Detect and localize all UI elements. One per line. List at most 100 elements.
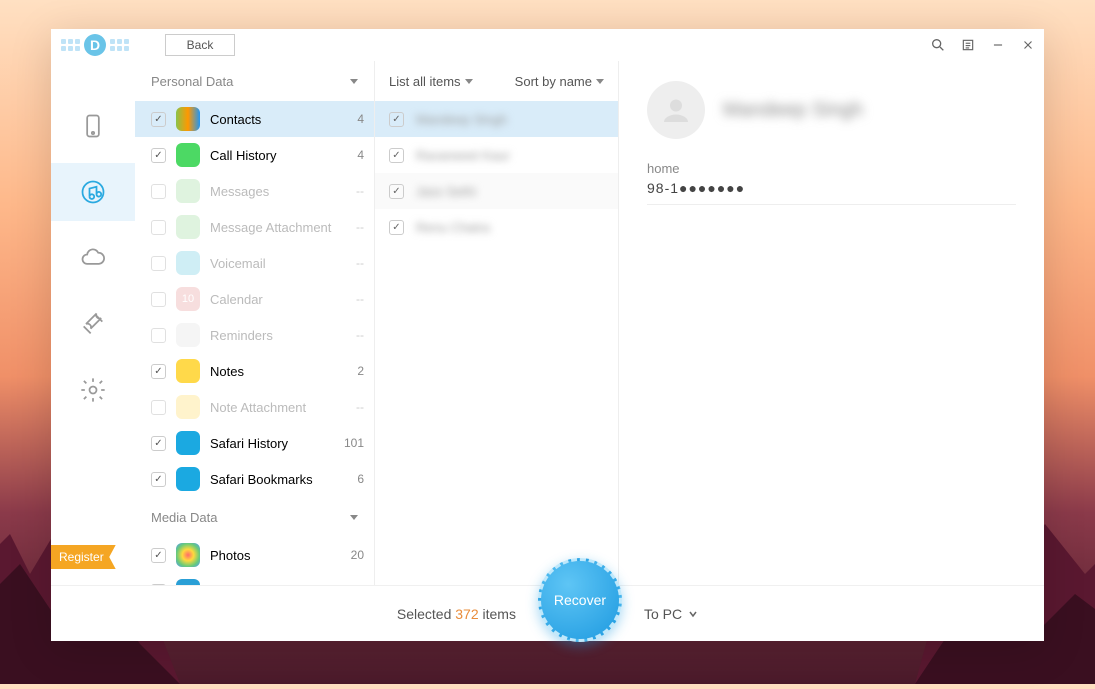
category-header-media[interactable]: Media Data — [135, 497, 374, 537]
category-count: 4 — [357, 148, 364, 162]
contact-name: Renu Chatra — [416, 220, 490, 235]
app-window: D Back Register Personal Data ✓Contacts4… — [51, 29, 1044, 641]
nav-settings[interactable] — [51, 361, 135, 419]
category-count: 6 — [357, 472, 364, 486]
category-count: -- — [356, 184, 364, 198]
category-reminders: Reminders -- — [135, 317, 374, 353]
chevron-down-icon — [596, 79, 604, 84]
checkbox[interactable]: ✓ — [389, 184, 404, 199]
contact-item[interactable]: ✓ Jass Sethi — [375, 173, 618, 209]
category-icon — [176, 467, 200, 491]
checkbox — [151, 220, 166, 235]
category-label: Safari Bookmarks — [210, 472, 347, 487]
category-label: Note Attachment — [210, 400, 346, 415]
sort-dropdown[interactable]: Sort by name — [515, 74, 604, 89]
category-label: Voicemail — [210, 256, 346, 271]
category-note-attachment: Note Attachment -- — [135, 389, 374, 425]
category-count: -- — [356, 292, 364, 306]
footer: Selected 372 items Recover To PC — [51, 585, 1044, 641]
category-count: -- — [356, 400, 364, 414]
phone-value: 98-1●●●●●●● — [647, 180, 1016, 205]
category-call-history[interactable]: ✓Call History4 — [135, 137, 374, 173]
category-contacts[interactable]: ✓Contacts4 — [135, 101, 374, 137]
checkbox[interactable]: ✓ — [151, 148, 166, 163]
category-icon — [176, 251, 200, 275]
category-notes[interactable]: ✓ Notes 2 — [135, 353, 374, 389]
category-label: Message Attachment — [210, 220, 346, 235]
category-icon — [176, 107, 200, 131]
nav-tools[interactable] — [51, 295, 135, 353]
category-count: -- — [356, 256, 364, 270]
contact-name: Ravaneeet Kaur — [416, 148, 510, 163]
mode-nav: Register — [51, 61, 135, 585]
recover-button[interactable]: Recover — [538, 558, 622, 642]
category-photos[interactable]: ✓Photos20 — [135, 537, 374, 573]
checkbox — [151, 184, 166, 199]
nav-icloud[interactable] — [51, 229, 135, 287]
checkbox — [151, 328, 166, 343]
checkbox[interactable]: ✓ — [389, 220, 404, 235]
category-icon — [176, 395, 200, 419]
category-icon — [176, 431, 200, 455]
category-calendar: 10 Calendar -- — [135, 281, 374, 317]
checkbox[interactable]: ✓ — [389, 112, 404, 127]
titlebar: D Back — [51, 29, 1044, 61]
detail-panel: Mandeep Singh home 98-1●●●●●●● — [619, 61, 1044, 585]
category-icon — [176, 359, 200, 383]
category-safari-history[interactable]: ✓ Safari History 101 — [135, 425, 374, 461]
category-label: Safari History — [210, 436, 334, 451]
contact-name: Mandeep Singh — [416, 112, 507, 127]
category-count: 2 — [357, 364, 364, 378]
category-count: 101 — [344, 436, 364, 450]
contact-item[interactable]: ✓ Ravaneeet Kaur — [375, 137, 618, 173]
app-logo: D — [61, 34, 129, 56]
contact-item[interactable]: ✓ Renu Chatra — [375, 209, 618, 245]
checkbox[interactable]: ✓ — [151, 472, 166, 487]
checkbox[interactable]: ✓ — [151, 548, 166, 563]
phone-label: home — [647, 161, 1016, 176]
category-safari-bookmarks[interactable]: ✓ Safari Bookmarks 6 — [135, 461, 374, 497]
menu-icon[interactable] — [960, 37, 976, 53]
category-messages: Messages-- — [135, 173, 374, 209]
checkbox[interactable]: ✓ — [151, 364, 166, 379]
contact-name: Jass Sethi — [416, 184, 476, 199]
category-label: Calendar — [210, 292, 346, 307]
category-count: -- — [356, 220, 364, 234]
chevron-down-icon — [350, 515, 358, 520]
checkbox[interactable]: ✓ — [151, 436, 166, 451]
category-label: Notes — [210, 364, 347, 379]
category-label: Reminders — [210, 328, 346, 343]
category-icon — [176, 215, 200, 239]
category-header-personal[interactable]: Personal Data — [135, 61, 374, 101]
category-voicemail: Voicemail -- — [135, 245, 374, 281]
filter-dropdown[interactable]: List all items — [389, 74, 473, 89]
contact-name: Mandeep Singh — [723, 99, 863, 122]
category-panel: Personal Data ✓Contacts4✓Call History4Me… — [135, 61, 375, 585]
chevron-down-icon — [465, 79, 473, 84]
chevron-down-icon — [350, 79, 358, 84]
selection-count: Selected 372 items — [397, 606, 516, 622]
destination-dropdown[interactable]: To PC — [644, 606, 698, 622]
category-header-label: Personal Data — [151, 74, 233, 89]
back-button[interactable]: Back — [165, 34, 235, 56]
category-count: -- — [356, 328, 364, 342]
minimize-icon[interactable] — [990, 37, 1006, 53]
search-icon[interactable] — [930, 37, 946, 53]
checkbox — [151, 400, 166, 415]
checkbox[interactable]: ✓ — [389, 148, 404, 163]
category-icon — [176, 179, 200, 203]
contact-item[interactable]: ✓ Mandeep Singh — [375, 101, 618, 137]
category-icon: 10 — [176, 287, 200, 311]
category-message-attachment: Message Attachment -- — [135, 209, 374, 245]
category-icon — [176, 323, 200, 347]
category-photo-videos[interactable]: ✓Photo Videos1 — [135, 573, 374, 585]
items-panel: List all items Sort by name ✓ Mandeep Sin… — [375, 61, 619, 585]
nav-itunes[interactable] — [51, 163, 135, 221]
category-icon — [176, 543, 200, 567]
checkbox[interactable]: ✓ — [151, 112, 166, 127]
close-icon[interactable] — [1020, 37, 1036, 53]
avatar — [647, 81, 705, 139]
category-icon — [176, 143, 200, 167]
nav-device[interactable] — [51, 97, 135, 155]
register-button[interactable]: Register — [51, 545, 116, 569]
